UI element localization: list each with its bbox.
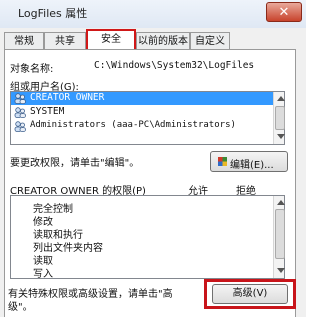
user-group-icon	[14, 93, 26, 104]
permission-name: 写入	[33, 269, 53, 279]
scrollbar-thumb[interactable]	[275, 209, 285, 259]
tab-general[interactable]: 常规	[4, 32, 44, 50]
shield-icon	[218, 157, 227, 166]
tab-sharing[interactable]: 共享	[44, 32, 86, 50]
object-name-value: C:\Windows\System32\LogFiles	[94, 60, 255, 71]
user-group-icon	[14, 121, 26, 132]
user-name: SYSTEM	[30, 106, 65, 117]
edit-button[interactable]: 编辑(E)...	[210, 151, 288, 172]
list-item-system[interactable]: SYSTEM	[11, 106, 273, 119]
scrollbar-thumb[interactable]	[275, 106, 285, 130]
special-permissions-text-cont: 级"。	[8, 302, 33, 313]
edit-button-label: 编辑(E)...	[230, 160, 274, 171]
list-item-creator-owner[interactable]: CREATOR OWNER	[11, 92, 273, 105]
special-permissions-text: 有关特殊权限或高级设置，请单击"高	[8, 289, 173, 300]
tab-previous-versions[interactable]: 以前的版本	[136, 32, 190, 50]
tab-security[interactable]: 安全	[86, 29, 136, 50]
user-group-icon	[14, 107, 26, 118]
scroll-down-icon[interactable]	[277, 134, 285, 139]
scroll-down-icon[interactable]	[277, 268, 285, 273]
user-name: CREATOR OWNER	[30, 92, 105, 103]
window-title: LogFiles 属性	[18, 7, 88, 20]
permissions-listbox[interactable]: 完全控制 修改 读取和执行 列出文件夹内容 读取 写入	[10, 195, 285, 279]
change-permissions-text: 要更改权限，请单击"编辑"。	[10, 158, 140, 169]
scroll-up-icon[interactable]	[277, 96, 285, 101]
title-bar: LogFiles 属性 ✕	[0, 0, 306, 28]
close-button[interactable]: ✕	[266, 2, 302, 22]
scroll-up-icon[interactable]	[277, 200, 285, 205]
list-item-administrators[interactable]: Administrators (aaa-PC\Administrators)	[11, 120, 273, 133]
tab-customize[interactable]: 自定义	[190, 32, 230, 50]
user-name: Administrators (aaa-PC\Administrators)	[30, 120, 236, 130]
advanced-button[interactable]: 高级(V)	[212, 284, 288, 304]
permissions-scrollbar[interactable]	[273, 196, 285, 278]
users-scrollbar[interactable]	[273, 92, 285, 144]
object-name-label: 对象名称:	[10, 64, 54, 75]
